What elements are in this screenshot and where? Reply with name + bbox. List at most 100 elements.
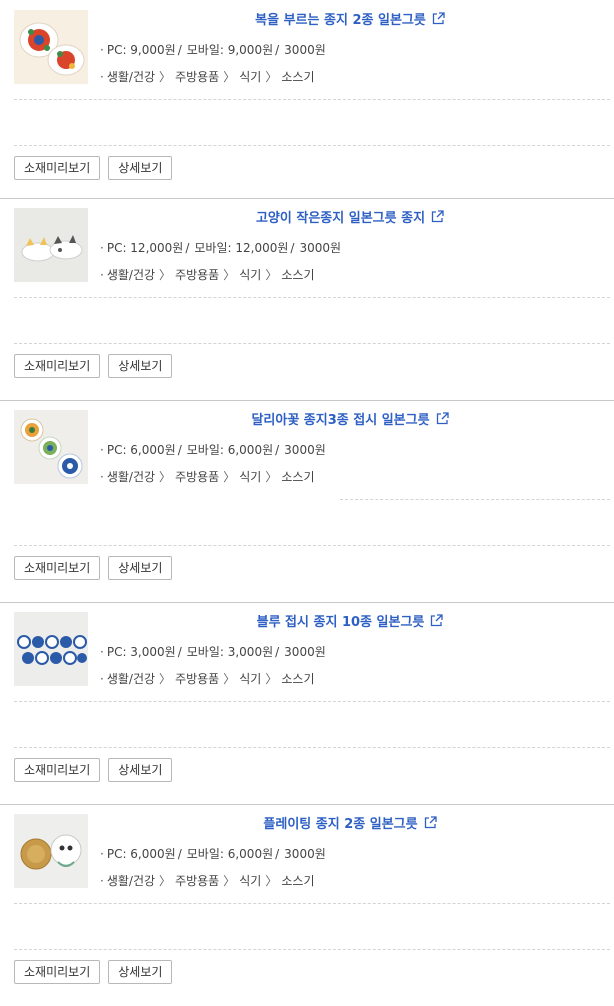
separator: / xyxy=(275,443,280,457)
button-group: 소재미리보기 상세보기 xyxy=(14,960,173,984)
detail-view-button[interactable]: 상세보기 xyxy=(108,156,173,180)
separator: / xyxy=(275,645,280,659)
separator: / xyxy=(185,241,190,255)
item-divider xyxy=(0,400,614,401)
category-level-3: 식기 xyxy=(239,70,262,84)
separator: / xyxy=(290,241,295,255)
detail-view-button[interactable]: 상세보기 xyxy=(108,960,173,984)
divider xyxy=(14,145,610,146)
category-level-1: 생활/건강 xyxy=(106,874,156,888)
chevron-right-icon: 〉 xyxy=(265,70,278,84)
bullet: · xyxy=(100,268,104,282)
chevron-right-icon: 〉 xyxy=(265,470,278,484)
chevron-right-icon: 〉 xyxy=(159,470,172,484)
separator: / xyxy=(177,43,182,57)
price-mobile: 모바일: 6,000원 xyxy=(186,847,274,861)
preview-material-button[interactable]: 소재미리보기 xyxy=(14,960,101,984)
category-level-2: 주방용품 xyxy=(175,874,220,888)
chevron-right-icon: 〉 xyxy=(223,268,236,282)
category-breadcrumb: · 생활/건강 〉 주방용품 〉 식기 〉 소스기 xyxy=(100,872,314,889)
bullet: · xyxy=(100,645,104,659)
preview-material-button[interactable]: 소재미리보기 xyxy=(14,556,101,580)
external-link-icon[interactable] xyxy=(430,614,444,627)
external-link-icon[interactable] xyxy=(432,12,445,25)
price-mobile: 모바일: 12,000원 xyxy=(194,241,289,255)
product-title-link[interactable]: 블루 접시 종지 10종 일본그릇 xyxy=(257,615,425,630)
external-link-icon[interactable] xyxy=(431,210,444,223)
blue-dishes-thumbnail[interactable] xyxy=(14,612,88,686)
category-level-3: 식기 xyxy=(239,470,262,484)
category-level-4: 소스기 xyxy=(281,672,315,686)
detail-view-button[interactable]: 상세보기 xyxy=(108,354,173,378)
dahlia-dishes-thumbnail[interactable] xyxy=(14,410,88,484)
product-title-link[interactable]: 복을 부르는 종지 2종 일본그릇 xyxy=(255,13,426,28)
bullet: · xyxy=(100,847,104,861)
divider xyxy=(14,949,610,950)
chevron-right-icon: 〉 xyxy=(159,672,172,686)
product-item: 달리아꽃 종지3종 접시 일본그릇 · PC: 6,000원 / 모바일: 6,000… xyxy=(0,400,614,602)
separator: / xyxy=(177,645,182,659)
separator: / xyxy=(177,443,182,457)
product-title-link[interactable]: 플레이팅 종지 2종 일본그릇 xyxy=(263,817,417,832)
detail-view-button[interactable]: 상세보기 xyxy=(108,556,173,580)
floral-plates-thumbnail[interactable] xyxy=(14,10,88,84)
category-level-4: 소스기 xyxy=(281,470,315,484)
product-title-link[interactable]: 고양이 작은종지 일본그릇 종지 xyxy=(256,211,425,226)
category-level-4: 소스기 xyxy=(281,70,315,84)
item-divider xyxy=(0,804,614,805)
title-row: 달리아꽃 종지3종 접시 일본그릇 xyxy=(100,409,600,428)
shipping-fee: 3000원 xyxy=(284,43,326,57)
product-item: 플레이팅 종지 2종 일본그릇 · PC: 6,000원 / 모바일: 6,000원 /… xyxy=(0,804,614,1006)
title-row: 복을 부르는 종지 2종 일본그릇 xyxy=(100,9,600,28)
shipping-fee: 3000원 xyxy=(299,241,342,255)
plating-dishes-thumbnail[interactable] xyxy=(14,814,88,888)
preview-material-button[interactable]: 소재미리보기 xyxy=(14,354,101,378)
divider xyxy=(14,297,610,298)
bullet: · xyxy=(100,874,104,888)
title-row: 고양이 작은종지 일본그릇 종지 xyxy=(100,207,600,226)
title-row: 블루 접시 종지 10종 일본그릇 xyxy=(100,611,600,630)
preview-material-button[interactable]: 소재미리보기 xyxy=(14,758,101,782)
price-pc: PC: 3,000원 xyxy=(106,645,176,659)
category-level-2: 주방용품 xyxy=(175,470,220,484)
shipping-fee: 3000원 xyxy=(284,645,326,659)
price-mobile: 모바일: 3,000원 xyxy=(186,645,274,659)
chevron-right-icon: 〉 xyxy=(265,672,278,686)
button-group: 소재미리보기 상세보기 xyxy=(14,354,173,378)
cat-dishes-thumbnail[interactable] xyxy=(14,208,88,282)
category-breadcrumb: · 생활/건강 〉 주방용품 〉 식기 〉 소스기 xyxy=(100,468,314,485)
button-group: 소재미리보기 상세보기 xyxy=(14,556,173,580)
shipping-fee: 3000원 xyxy=(284,847,326,861)
category-breadcrumb: · 생활/건강 〉 주방용품 〉 식기 〉 소스기 xyxy=(100,266,314,283)
preview-material-button[interactable]: 소재미리보기 xyxy=(14,156,101,180)
price-mobile: 모바일: 6,000원 xyxy=(186,443,274,457)
product-title-link[interactable]: 달리아꽃 종지3종 접시 일본그릇 xyxy=(251,413,429,428)
price-pc: PC: 9,000원 xyxy=(106,43,176,57)
divider xyxy=(14,99,610,100)
price-pc: PC: 6,000원 xyxy=(106,847,176,861)
price-row: · PC: 9,000원 / 모바일: 9,000원/3000원 xyxy=(100,41,326,58)
chevron-right-icon: 〉 xyxy=(159,70,172,84)
price-mobile: 모바일: 9,000원 xyxy=(186,43,274,57)
category-breadcrumb: · 생활/건강 〉 주방용품 〉 식기 〉 소스기 xyxy=(100,68,314,85)
item-divider xyxy=(0,198,614,199)
product-item: 고양이 작은종지 일본그릇 종지 · PC: 12,000원 / 모바일: 12,00… xyxy=(0,198,614,400)
divider xyxy=(14,545,610,546)
external-link-icon[interactable] xyxy=(424,816,437,829)
category-level-2: 주방용품 xyxy=(175,70,220,84)
product-item: 블루 접시 종지 10종 일본그릇 · PC: 3,000원 / 모바일: 3,000… xyxy=(0,602,614,804)
chevron-right-icon: 〉 xyxy=(159,874,172,888)
shipping-fee: 3000원 xyxy=(284,443,326,457)
divider xyxy=(14,747,610,748)
title-row: 플레이팅 종지 2종 일본그릇 xyxy=(100,813,600,832)
button-group: 소재미리보기 상세보기 xyxy=(14,758,173,782)
product-item: 복을 부르는 종지 2종 일본그릇 · PC: 9,000원 / 모바일: 9,000… xyxy=(0,0,614,202)
category-level-1: 생활/건강 xyxy=(106,268,156,282)
bullet: · xyxy=(100,43,104,57)
external-link-icon[interactable] xyxy=(436,412,449,425)
bullet: · xyxy=(100,241,104,255)
detail-view-button[interactable]: 상세보기 xyxy=(108,758,173,782)
divider xyxy=(14,343,610,344)
chevron-right-icon: 〉 xyxy=(223,470,236,484)
price-row: · PC: 6,000원 / 모바일: 6,000원/3000원 xyxy=(100,845,326,862)
